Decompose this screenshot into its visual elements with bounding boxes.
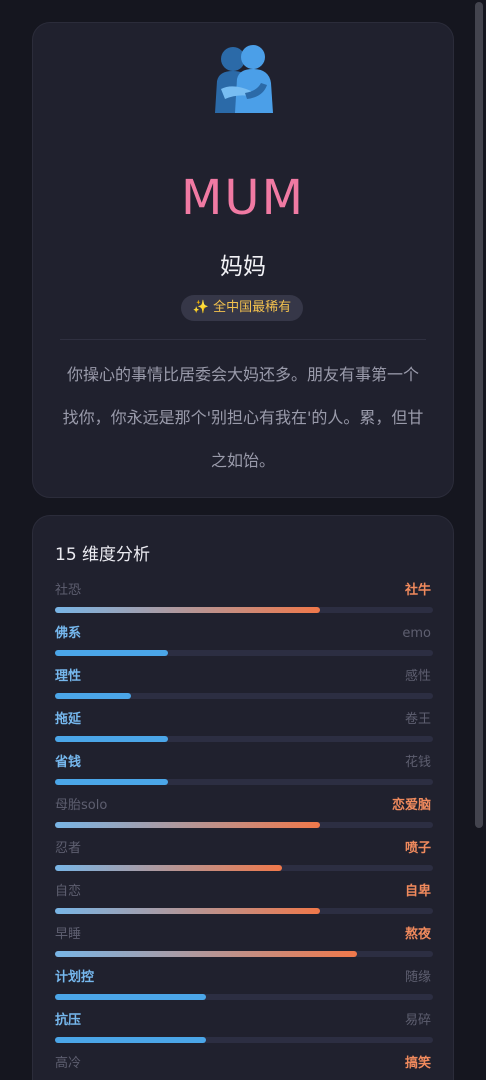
dimension-fill	[55, 951, 358, 957]
dimension-right-label: 自卑	[404, 884, 431, 899]
dimension-fill	[55, 1037, 207, 1043]
personality-description: 你操心的事情比居委会大妈还多。朋友有事第一个找你，你永远是那个'别担心有我在'的…	[62, 365, 424, 470]
dimension-fill	[55, 607, 320, 613]
dimension-track	[55, 779, 433, 785]
dimension-left-label: 母胎solo	[55, 798, 108, 813]
dimension-right-label: 搞笑	[404, 1056, 431, 1071]
dimension-left-label: 理性	[55, 669, 82, 684]
dimension-fill	[55, 693, 131, 699]
dimension-left-label: 早睡	[55, 927, 82, 942]
dimension-row: 拖延 卷王	[55, 711, 433, 747]
dimension-right-label: 随缘	[404, 970, 431, 985]
personality-name: 妈妈	[220, 254, 266, 280]
dimension-right-label: 卷王	[404, 712, 431, 727]
dimension-right-label: 易碎	[404, 1013, 431, 1028]
dimension-left-label: 计划控	[55, 970, 95, 985]
dimension-right-label: emo	[402, 626, 431, 641]
dimension-right-label: 熬夜	[404, 927, 431, 942]
dimension-right-label: 感性	[404, 669, 431, 684]
dimension-left-label: 高冷	[55, 1056, 82, 1071]
personality-code: MUM	[181, 170, 305, 226]
people-hugging-icon	[215, 45, 273, 113]
dimension-left-label: 自恋	[55, 884, 82, 899]
dimension-row: 高冷 搞笑	[55, 1055, 433, 1080]
result-page[interactable]: MUM 妈妈 ✨ 全中国最稀有 你操心的事情比居委会大妈还多。朋友有事第一个找你…	[0, 0, 486, 1080]
dimension-fill	[55, 908, 320, 914]
dimension-fill	[55, 650, 169, 656]
dimension-right-label: 恋爱脑	[391, 798, 431, 813]
dimension-track	[55, 865, 433, 871]
dimension-row: 抗压 易碎	[55, 1012, 433, 1048]
dimension-left-label: 拖延	[55, 712, 82, 727]
dimension-right-label: 喷子	[404, 841, 431, 856]
dimension-left-label: 忍者	[55, 841, 82, 856]
dimension-row: 母胎solo 恋爱脑	[55, 797, 433, 833]
dimension-track	[55, 693, 433, 699]
dimension-row: 社恐 社牛	[55, 582, 433, 618]
dimension-left-label: 省钱	[55, 755, 82, 770]
divider	[60, 339, 426, 340]
scrollbar-thumb[interactable]	[475, 2, 483, 828]
dimension-fill	[55, 994, 207, 1000]
dimension-track	[55, 736, 433, 742]
dimension-fill	[55, 736, 169, 742]
dimension-row: 自恋 自卑	[55, 883, 433, 919]
dimension-track	[55, 994, 433, 1000]
rarity-badge: ✨ 全中国最稀有	[181, 295, 303, 321]
dimension-fill	[55, 822, 320, 828]
dimension-row: 佛系 emo	[55, 625, 433, 661]
dimension-left-label: 佛系	[55, 626, 82, 641]
dimension-row: 忍者 喷子	[55, 840, 433, 876]
dimension-track	[55, 822, 433, 828]
dimension-track	[55, 650, 433, 656]
dimension-right-label: 花钱	[404, 755, 431, 770]
dimension-track	[55, 607, 433, 613]
dimension-fill	[55, 779, 169, 785]
dimensions-title: 15 维度分析	[55, 545, 151, 565]
dimension-right-label: 社牛	[404, 583, 431, 598]
dimension-track	[55, 1037, 433, 1043]
dimension-row: 计划控 随缘	[55, 969, 433, 1005]
dimension-row: 早睡 熬夜	[55, 926, 433, 962]
dimension-track	[55, 908, 433, 914]
dimension-left-label: 抗压	[55, 1013, 82, 1028]
dimension-fill	[55, 865, 282, 871]
dimension-left-label: 社恐	[55, 583, 82, 598]
dimension-track	[55, 951, 433, 957]
dimension-row: 理性 感性	[55, 668, 433, 704]
dimension-row: 省钱 花钱	[55, 754, 433, 790]
